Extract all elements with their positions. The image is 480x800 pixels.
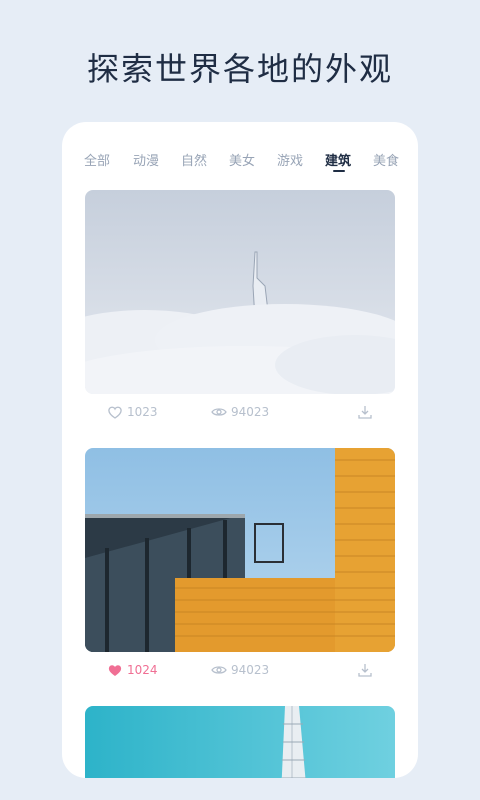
category-tabs: 全部 动漫 自然 美女 游戏 建筑 美食 — [62, 150, 418, 174]
view-count: 94023 — [231, 405, 270, 419]
like-button[interactable]: 1023 — [107, 404, 158, 420]
like-button[interactable]: 1024 — [107, 662, 158, 678]
heart-filled-icon — [108, 665, 122, 676]
tab-architecture[interactable]: 建筑 — [325, 150, 351, 169]
page-title: 探索世界各地的外观 — [86, 50, 393, 88]
active-tab-indicator — [333, 170, 345, 172]
tab-anime[interactable]: 动漫 — [133, 150, 159, 169]
post-meta: 1024 94023 — [85, 662, 395, 682]
download-icon — [358, 664, 372, 677]
download-button[interactable] — [357, 404, 373, 420]
post-meta: 1023 94023 — [85, 404, 395, 424]
tab-beauty[interactable]: 美女 — [229, 150, 255, 169]
tab-games[interactable]: 游戏 — [277, 150, 303, 169]
eye-icon — [211, 408, 227, 416]
tab-all[interactable]: 全部 — [84, 150, 110, 169]
wallpaper-feed-card: 全部 动漫 自然 美女 游戏 建筑 美食 1023 94023 1024 940… — [62, 122, 418, 778]
wallpaper-image[interactable] — [85, 190, 395, 394]
view-stat: 94023 — [211, 404, 269, 420]
wallpaper-image[interactable] — [85, 706, 395, 778]
tab-nature[interactable]: 自然 — [181, 150, 207, 169]
view-stat: 94023 — [211, 662, 269, 678]
like-count: 1024 — [127, 663, 158, 677]
heart-outline-icon — [108, 406, 122, 419]
download-button[interactable] — [357, 662, 373, 678]
tab-food[interactable]: 美食 — [373, 150, 399, 169]
download-icon — [358, 406, 372, 419]
wallpaper-image[interactable] — [85, 448, 395, 652]
like-count: 1023 — [127, 405, 158, 419]
view-count: 94023 — [231, 663, 270, 677]
eye-icon — [211, 666, 227, 674]
